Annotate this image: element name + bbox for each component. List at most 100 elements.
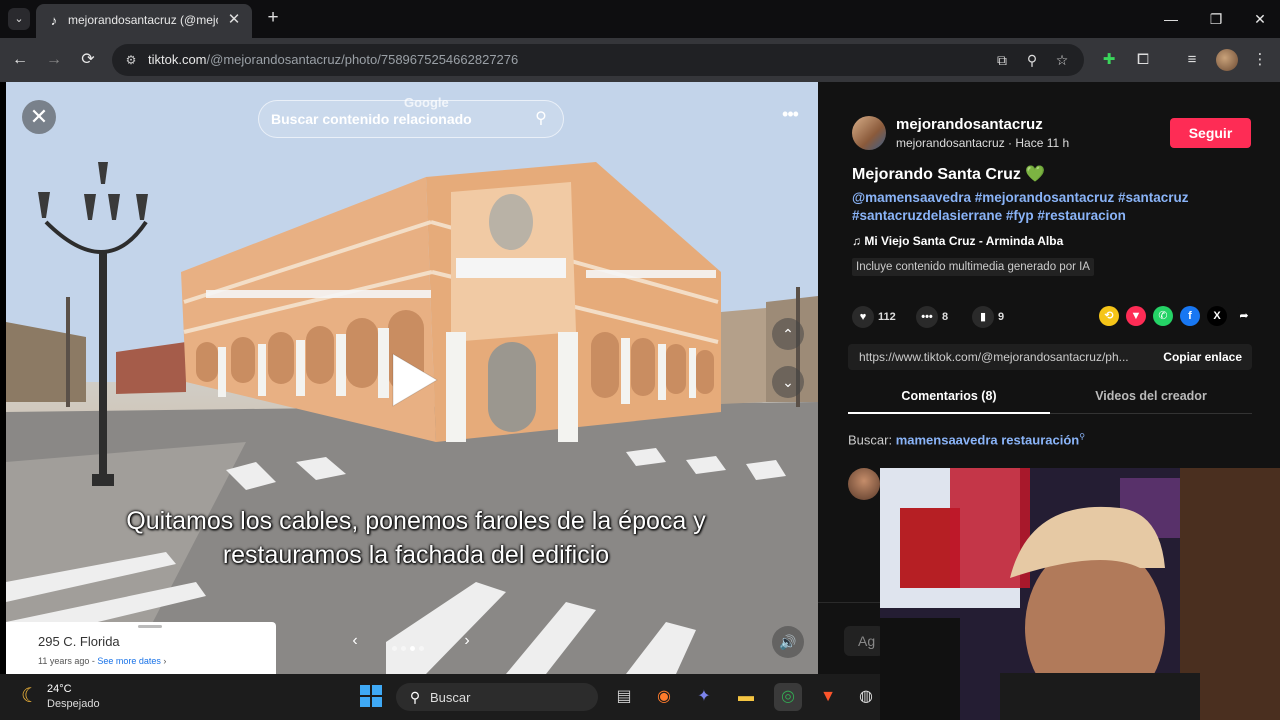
teams-icon[interactable]: ✦ [690,683,718,711]
address-bar[interactable]: ⚙ tiktok.com/@mejorandosantacruz/photo/7… [112,44,1084,76]
close-icon[interactable]: ✕ [22,100,56,134]
more-share-icon[interactable]: ➦ [1234,306,1254,326]
file-explorer-icon[interactable]: ▬ [732,683,760,711]
card-grip [138,625,162,628]
related-search-field[interactable]: Buscar contenido relacionado ⚲ [258,100,564,138]
heart-icon[interactable]: ♥ [852,306,874,328]
search-prefix: Buscar: [848,432,893,448]
browser-tab[interactable]: ♪ mejorandosantacruz (@mejorandosantacru… [36,4,252,38]
volume-icon[interactable]: 🔊 [772,626,804,658]
save-count: 9 [998,310,1005,323]
street-date-line: 11 years ago - See more dates › [38,656,167,666]
green-heart-icon: 💚 [1025,166,1046,183]
comment-input[interactable]: Ag [844,626,884,656]
ai-content-notice: Incluye contenido multimedia generado po… [852,258,1094,276]
back-button[interactable]: ← [8,48,32,72]
puzzle-icon[interactable]: ⧠ [1131,48,1155,72]
browser-tabstrip: ⌄ ♪ mejorandosantacruz (@mejorandosantac… [0,0,1280,38]
whatsapp-share-icon[interactable]: ✆ [1153,306,1173,326]
related-search-link[interactable]: Buscar: mamensaavedra restauración⚲ [848,432,1085,447]
play-icon[interactable] [389,352,439,408]
video-caption: Quitamos los cables, ponemos faroles de … [126,507,706,569]
share-link-url[interactable]: https://www.tiktok.com/@mejorandosantacr… [859,350,1145,364]
comment-count: 8 [942,310,949,323]
carousel-prev-icon[interactable]: ‹ [346,632,364,650]
minimize-button[interactable]: — [1158,6,1184,32]
music-track[interactable]: ♫ Mi Viejo Santa Cruz - Arminda Alba [852,234,1063,248]
chrome-icon[interactable]: ◎ [774,683,802,711]
carousel-next-icon[interactable]: › [458,632,476,650]
task-view-icon[interactable]: ▤ [610,683,638,711]
install-icon[interactable]: ⧉ [992,50,1012,70]
follow-button[interactable]: Seguir [1170,118,1251,148]
post-hashtags: @mamensaavedra #mejorandosantacruz #sant… [852,189,1252,225]
close-window-button[interactable]: ✕ [1247,6,1273,32]
copy-link-button[interactable]: Copiar enlace [1163,350,1242,364]
maximize-button[interactable]: ❐ [1203,6,1229,32]
author-avatar[interactable] [852,116,886,150]
taskbar-search-label: Buscar [430,690,471,705]
windows-taskbar: ☾ 24°C Despejado ⚲ Buscar ▤ ◉ ✦ ▬ ◎ ▼ ◍ [0,674,880,720]
tiktok-favicon-icon: ♪ [50,13,58,28]
firefox-icon[interactable]: ◉ [650,683,678,711]
embed-share-icon[interactable]: ⟲ [1099,306,1119,326]
reload-button[interactable]: ⟳ [76,48,100,72]
see-more-dates-link[interactable]: See more dates [97,656,161,666]
tab-creator-videos[interactable]: Videos del creador [1050,386,1252,414]
media-icon[interactable]: ≡ [1180,48,1204,72]
hashtags-line-1[interactable]: @mamensaavedra #mejorandosantacruz #sant… [852,189,1252,207]
tab-search-button[interactable]: ⌄ [8,8,30,30]
like-count: 112 [878,310,896,323]
comment-stat[interactable]: ••• 8 [916,306,949,328]
carousel-dots [392,638,432,651]
webcam-overlay [880,468,1280,720]
comment-icon[interactable]: ••• [916,306,938,328]
post-title: Mejorando Santa Cruz 💚 [852,164,1045,184]
send-share-icon[interactable]: ▼ [1126,306,1146,326]
taskbar-search[interactable]: ⚲ Buscar [396,683,598,711]
related-search-placeholder: Buscar contenido relacionado [271,111,472,127]
tab-title: mejorandosantacruz (@mejorandosantacruz) [68,13,218,27]
more-options-icon[interactable]: ••• [776,102,804,126]
webcam-feed [880,468,1280,720]
menu-icon[interactable]: ⋮ [1248,48,1272,72]
browser-toolbar: ← → ⟳ ⚙ tiktok.com/@mejorandosantacruz/p… [0,38,1280,82]
url-text[interactable]: tiktok.com/@mejorandosantacruz/photo/758… [148,52,518,67]
profile-icon[interactable] [1216,49,1238,71]
moon-icon[interactable]: ☾ [18,684,42,708]
star-icon[interactable]: ☆ [1052,50,1072,70]
street-age: 11 years ago [38,656,90,666]
brave-icon[interactable]: ▼ [814,683,842,711]
previous-post-icon[interactable]: ⌃ [772,318,804,350]
extension-icon[interactable]: ✚ [1097,48,1121,72]
x-share-icon[interactable]: X [1207,306,1227,326]
post-media[interactable]: ✕ Google Buscar contenido relacionado ⚲ … [6,82,818,674]
music-title: Mi Viejo Santa Cruz - Arminda Alba [864,234,1064,248]
zoom-icon[interactable]: ⚲ [1022,50,1042,70]
forward-button[interactable]: → [42,48,66,72]
post-title-text: Mejorando Santa Cruz [852,166,1021,183]
new-tab-button[interactable]: + [262,8,284,30]
site-info-icon[interactable]: ⚙ [122,51,140,69]
bookmark-icon[interactable]: ▮ [972,306,994,328]
weather-temperature[interactable]: 24°C [47,683,72,695]
screen: ⌄ ♪ mejorandosantacruz (@mejorandosantac… [0,0,1280,720]
weather-description[interactable]: Despejado [47,698,100,710]
search-icon[interactable]: ⚲ [531,109,551,129]
tab-comments[interactable]: Comentarios (8) [848,386,1050,414]
start-icon[interactable] [360,685,382,707]
save-stat[interactable]: ▮ 9 [972,306,1005,328]
search-term[interactable]: mamensaavedra restauración [896,432,1080,447]
music-note-icon: ♫ [852,234,861,248]
like-stat[interactable]: ♥ 112 [852,306,896,328]
author-handle[interactable]: mejorandosantacruz [896,116,1043,133]
facebook-share-icon[interactable]: f [1180,306,1200,326]
hashtags-line-2[interactable]: #santacruzdelasierrane #fyp #restauracio… [852,207,1252,225]
search-small-icon: ⚲ [1079,432,1086,441]
app-icon[interactable]: ◍ [852,683,880,711]
author-meta: mejorandosantacruz · Hace 11 h [896,136,1070,150]
commenter-avatar[interactable] [848,468,880,500]
tab-close-icon[interactable]: ✕ [224,10,244,30]
panel-tabs: Comentarios (8) Videos del creador [848,386,1252,414]
next-post-icon[interactable]: ⌄ [772,366,804,398]
